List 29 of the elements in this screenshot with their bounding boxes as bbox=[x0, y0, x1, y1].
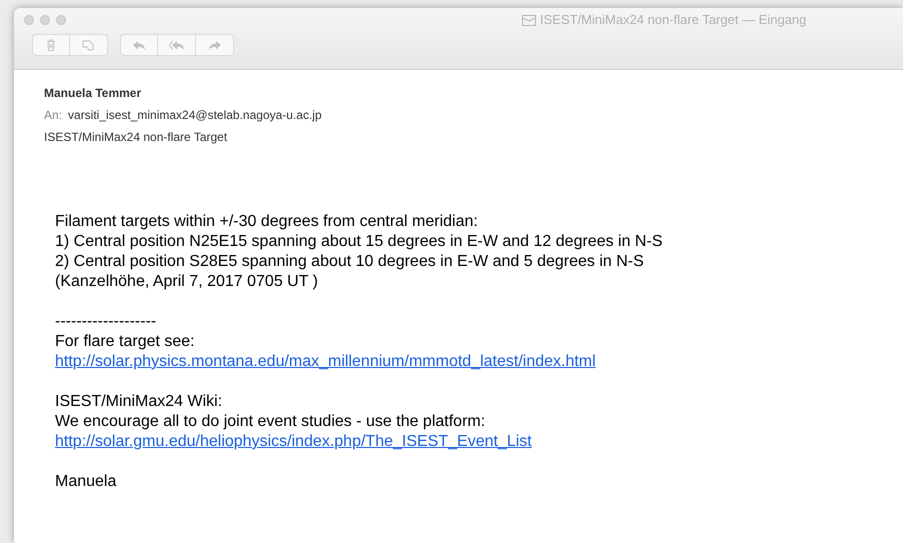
message-text: 1) Central position N25E15 spanning about 15 degrees in E-W and 12 degrees in N-S bbox=[55, 232, 664, 252]
envelope-icon bbox=[522, 14, 536, 26]
delete-button[interactable] bbox=[32, 34, 70, 56]
reply-button[interactable] bbox=[120, 34, 158, 56]
forward-arrow-icon bbox=[208, 40, 222, 50]
message-text: ------------------- bbox=[55, 312, 158, 332]
recipient-label: An: bbox=[44, 107, 62, 124]
close-window-button[interactable] bbox=[24, 15, 34, 25]
junk-button[interactable] bbox=[70, 34, 108, 56]
message-text: For flare target see: bbox=[55, 332, 196, 352]
reply-all-button[interactable] bbox=[158, 34, 196, 56]
message-text: We encourage all to do joint event studies - use the platform: bbox=[55, 412, 486, 432]
message-text: 2) Central position S28E5 spanning about 10 degrees in E-W and 5 degrees in N-S bbox=[55, 252, 645, 272]
zoom-window-button[interactable] bbox=[56, 15, 66, 25]
trash-icon bbox=[46, 39, 56, 51]
message-text: Filament targets within +/-30 degrees from central meridian: bbox=[55, 212, 479, 232]
message-text: (Kanzelhöhe, April 7, 2017 0705 UT ) bbox=[55, 272, 319, 292]
window-title: ISEST/MiniMax24 non-flare Target — Eingang bbox=[540, 11, 806, 30]
message-link[interactable]: http://solar.physics.montana.edu/max_millennium/mmmotd_latest/index.html bbox=[55, 352, 596, 372]
message-text: Manuela bbox=[55, 472, 118, 492]
double-reply-arrow-icon bbox=[168, 40, 184, 50]
sender-name: Manuela Temmer bbox=[44, 85, 142, 102]
recipient-address: varsiti_isest_minimax24@stelab.nagoya-u.ac.jp bbox=[68, 107, 322, 124]
message-text: ISEST/MiniMax24 Wiki: bbox=[55, 392, 224, 412]
message-link[interactable]: http://solar.gmu.edu/heliophysics/index.php/The_ISEST_Event_List bbox=[55, 432, 532, 452]
reply-arrow-icon bbox=[132, 40, 146, 50]
subject-line: ISEST/MiniMax24 non-flare Target bbox=[44, 129, 228, 146]
minimize-window-button[interactable] bbox=[40, 15, 50, 25]
forward-button[interactable] bbox=[196, 34, 234, 56]
